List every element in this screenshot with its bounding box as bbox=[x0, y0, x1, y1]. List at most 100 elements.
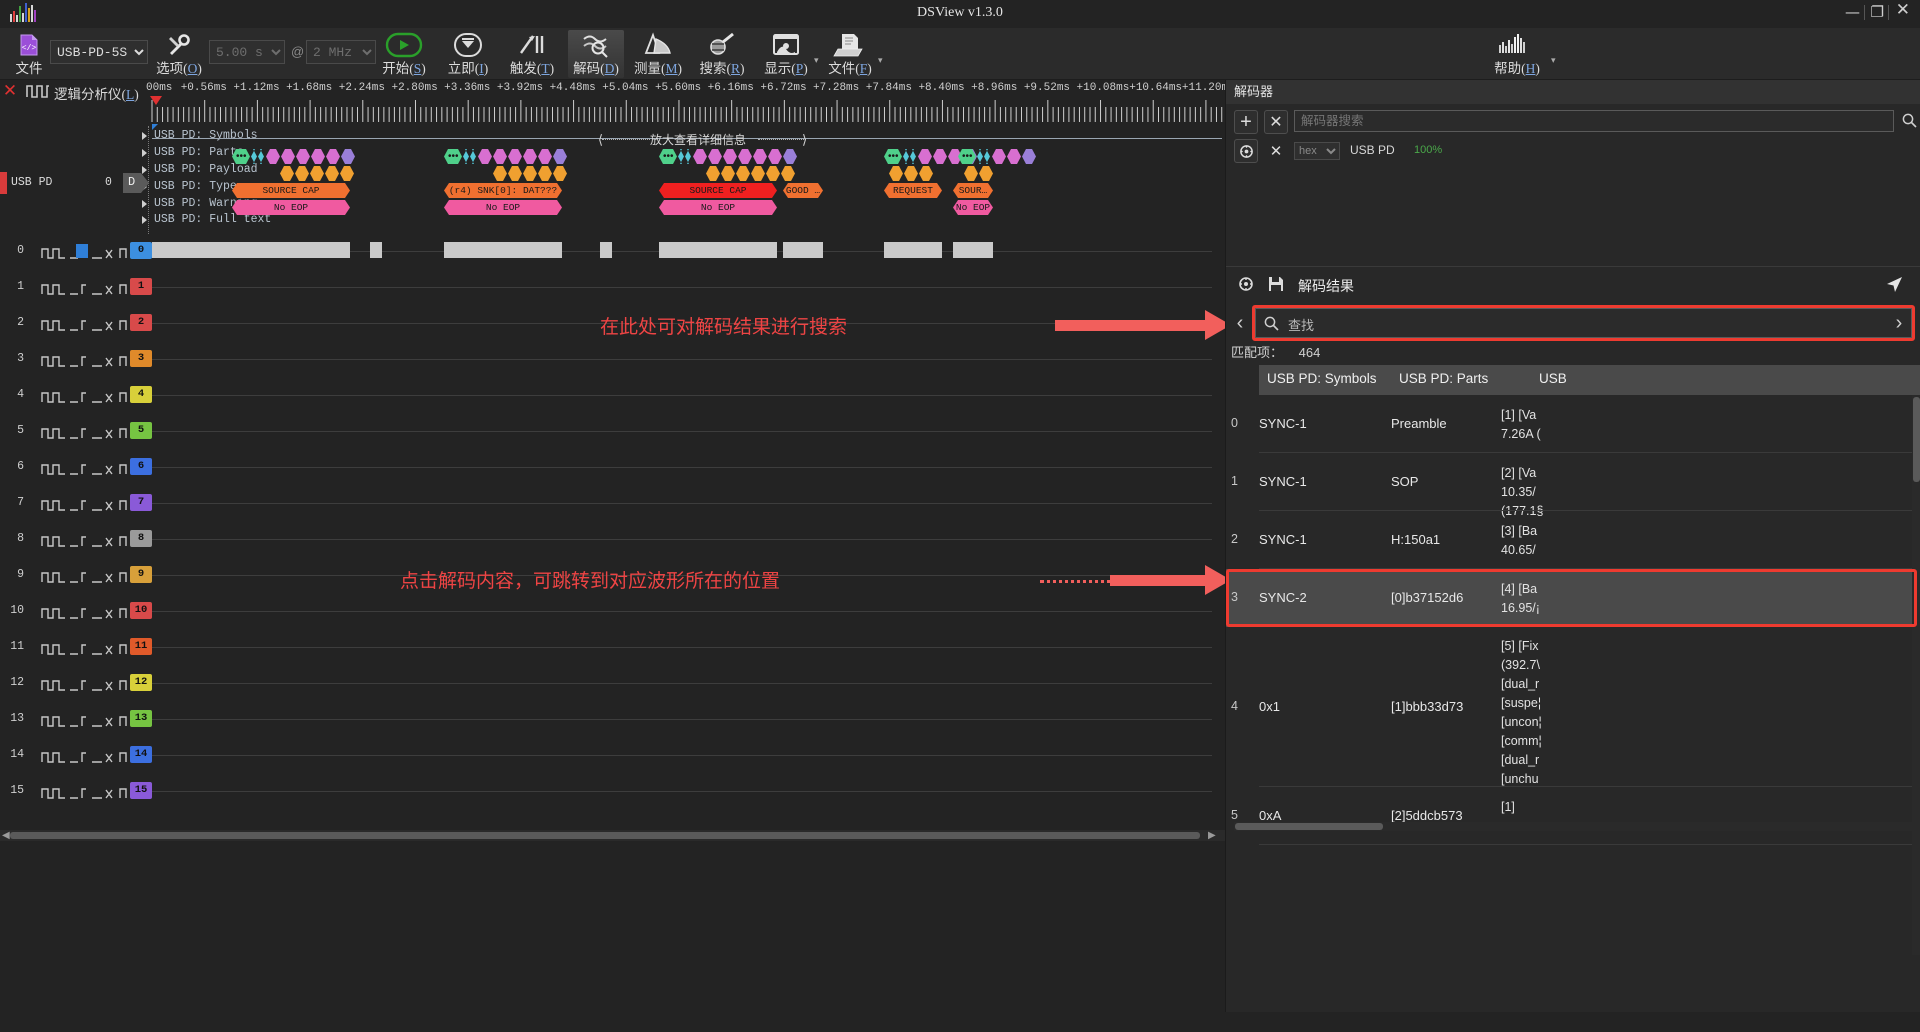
warning-block-3[interactable]: No EOP bbox=[953, 200, 993, 215]
payload-cell-3-1[interactable] bbox=[904, 166, 918, 181]
payload-cell-0-0[interactable] bbox=[280, 166, 294, 181]
channel-0-data-block-1[interactable] bbox=[370, 242, 382, 258]
col-header-parts[interactable]: USB PD: Parts bbox=[1399, 371, 1488, 386]
toolbar-instant[interactable]: 立即(I) bbox=[442, 30, 494, 78]
channel-0-data-block-2[interactable] bbox=[444, 242, 562, 258]
parts-cell-b-4[interactable] bbox=[984, 149, 990, 164]
payload-cell-2-0[interactable] bbox=[706, 166, 720, 181]
parts-cell-2-2[interactable] bbox=[723, 149, 737, 164]
payload-cell-2-3[interactable] bbox=[751, 166, 765, 181]
track-label-symbols[interactable]: USB PD: Symbols bbox=[154, 129, 258, 142]
channel-row-3[interactable]: 33 bbox=[0, 346, 1225, 379]
toolbar-trigger[interactable]: 触发(T) bbox=[506, 30, 558, 78]
payload-cell-4-1[interactable] bbox=[979, 166, 993, 181]
results-save-icon[interactable] bbox=[1264, 272, 1288, 296]
toolbar-measure[interactable]: 测量(M) bbox=[632, 30, 684, 78]
col-header-usb[interactable]: USB bbox=[1539, 371, 1567, 386]
wave-scroll-right-icon[interactable]: ▶ bbox=[1208, 830, 1216, 841]
channel-badge-11[interactable]: 11 bbox=[130, 638, 152, 655]
maximize-button[interactable]: ❐ bbox=[1871, 4, 1884, 20]
result-row[interactable]: 1 SYNC-1 SOP [2] [Va 10.35/ (177.1§ bbox=[1226, 453, 1920, 518]
parts-cell-b-0[interactable] bbox=[258, 149, 264, 164]
payload-cell-0-4[interactable] bbox=[340, 166, 354, 181]
channel-badge-8[interactable]: 8 bbox=[130, 530, 152, 547]
parts-cell-0-4[interactable] bbox=[326, 149, 340, 164]
toolbar-options[interactable]: 选项(O) bbox=[155, 30, 203, 78]
channel-waveform-15[interactable] bbox=[40, 782, 130, 804]
warning-block-1[interactable]: No EOP bbox=[444, 200, 562, 215]
channel-badge-2[interactable]: 2 bbox=[130, 314, 152, 331]
payload-cell-2-1[interactable] bbox=[721, 166, 735, 181]
parts-cell-3-0[interactable] bbox=[918, 149, 932, 164]
payload-cell-3-0[interactable] bbox=[889, 166, 903, 181]
channel-row-12[interactable]: 12 12 bbox=[0, 670, 1225, 703]
results-settings-icon[interactable] bbox=[1234, 272, 1258, 296]
channel-waveform-6[interactable] bbox=[40, 458, 130, 480]
toolbar-display[interactable]: 显示(P) bbox=[760, 30, 812, 78]
channel-badge-9[interactable]: 9 bbox=[130, 566, 152, 583]
wave-hscrollbar[interactable]: ◀ ▶ bbox=[0, 830, 1225, 841]
channel-waveform-7[interactable] bbox=[40, 494, 130, 516]
parts-cell-1-3[interactable] bbox=[523, 149, 537, 164]
parts-cell-0-0[interactable] bbox=[266, 149, 280, 164]
duration-select[interactable]: 5.00 s bbox=[209, 40, 285, 64]
type-block-3[interactable]: GOOD … bbox=[783, 183, 823, 198]
channel-0-data-block-4[interactable] bbox=[659, 242, 777, 258]
payload-cell-0-1[interactable] bbox=[295, 166, 309, 181]
channel-row-13[interactable]: 13 13 bbox=[0, 706, 1225, 739]
type-block-1[interactable]: (r4) SNK[0]: DAT??? bbox=[444, 183, 562, 198]
results-prev-button[interactable]: ‹ bbox=[1229, 308, 1251, 338]
parts-cell-2-1[interactable] bbox=[708, 149, 722, 164]
parts-cell-4-0[interactable] bbox=[992, 149, 1006, 164]
payload-cell-1-0[interactable] bbox=[493, 166, 507, 181]
decoder-row-header[interactable]: USB PD 0 D bbox=[0, 172, 150, 194]
channel-row-6[interactable]: 66 bbox=[0, 454, 1225, 487]
channel-row-14[interactable]: 14 14 bbox=[0, 742, 1225, 775]
type-block-4[interactable]: REQUEST bbox=[884, 183, 942, 198]
channel-badge-6[interactable]: 6 bbox=[130, 458, 152, 475]
channel-0-data-block-5[interactable] bbox=[783, 242, 823, 258]
parts-cell-0-1[interactable] bbox=[281, 149, 295, 164]
close-button[interactable]: ✕ bbox=[1896, 2, 1910, 19]
parts-cell-2-3[interactable] bbox=[738, 149, 752, 164]
minimize-button[interactable]: — bbox=[1845, 4, 1860, 20]
channel-waveform-14[interactable] bbox=[40, 746, 130, 768]
wave-hscrollbar-thumb[interactable] bbox=[10, 832, 1200, 839]
warning-block-0[interactable]: No EOP bbox=[232, 200, 350, 215]
channel-waveform-11[interactable] bbox=[40, 638, 130, 660]
channel-waveform-1[interactable] bbox=[40, 278, 130, 300]
channel-badge-7[interactable]: 7 bbox=[130, 494, 152, 511]
channel-badge-12[interactable]: 12 bbox=[130, 674, 152, 691]
channel-row-10[interactable]: 10 10 bbox=[0, 598, 1225, 631]
results-vscrollbar-thumb[interactable] bbox=[1913, 397, 1920, 482]
channel-badge-4[interactable]: 4 bbox=[130, 386, 152, 403]
toolbar-decode[interactable]: 解码(D) bbox=[568, 30, 624, 78]
channel-row-11[interactable]: 11 11 bbox=[0, 634, 1225, 667]
parts-cell-b-3[interactable] bbox=[910, 149, 916, 164]
channel-waveform-4[interactable] bbox=[40, 386, 130, 408]
expander-fulltext-icon[interactable] bbox=[142, 216, 147, 224]
channel-waveform-5[interactable] bbox=[40, 422, 130, 444]
parts-cell-b-1[interactable] bbox=[470, 149, 476, 164]
toolbar-start[interactable]: 开始(S) bbox=[378, 30, 430, 78]
channel-badge-3[interactable]: 3 bbox=[130, 350, 152, 367]
parts-cell-2-0[interactable] bbox=[693, 149, 707, 164]
parts-cell-a-3[interactable] bbox=[903, 149, 909, 164]
channel-badge-14[interactable]: 14 bbox=[130, 746, 152, 763]
payload-cell-1-3[interactable] bbox=[538, 166, 552, 181]
expander-parts-icon[interactable] bbox=[142, 149, 147, 157]
payload-cell-1-2[interactable] bbox=[523, 166, 537, 181]
channel-badge-0[interactable]: 0 bbox=[130, 242, 152, 259]
channel-row-15[interactable]: 15 15 bbox=[0, 778, 1225, 811]
parts-cell-0-3[interactable] bbox=[311, 149, 325, 164]
channel-0-data-block-7[interactable] bbox=[953, 242, 993, 258]
decoder-row-tag[interactable]: D bbox=[123, 173, 149, 193]
channel-0-data-block-0[interactable] bbox=[152, 242, 350, 258]
result-row[interactable]: 0 SYNC-1 Preamble [1] [Va 7.26A ( bbox=[1226, 395, 1920, 453]
parts-cell-1-1[interactable] bbox=[493, 149, 507, 164]
channel-row-1[interactable]: 11 bbox=[0, 274, 1225, 307]
decoder-settings-button[interactable] bbox=[1234, 139, 1258, 163]
results-export-icon[interactable] bbox=[1881, 272, 1907, 296]
time-ruler[interactable]: 00ms +0.56ms +1.12ms +1.68ms +2.24ms +2.80ms +… bbox=[146, 82, 1235, 124]
parts-cell-0-2[interactable] bbox=[296, 149, 310, 164]
